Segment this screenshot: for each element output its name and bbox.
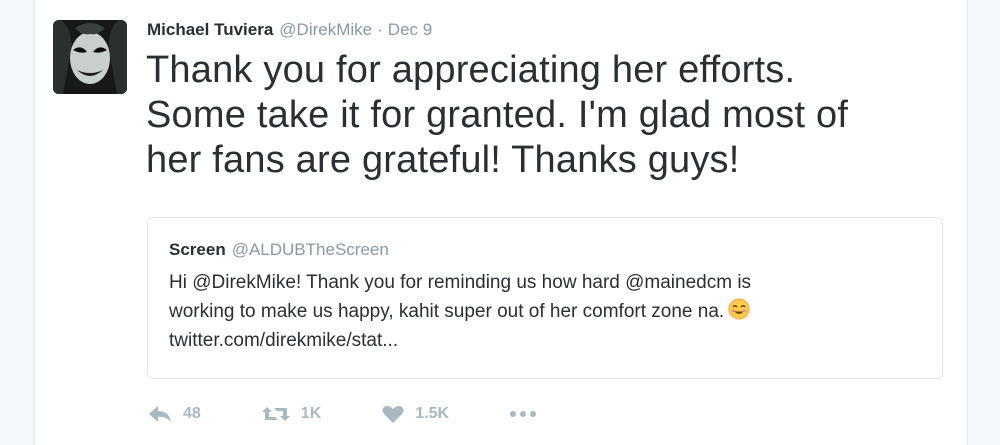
heart-icon (382, 405, 404, 423)
tweet-text-line: her fans are grateful! Thanks guys! (146, 139, 740, 181)
like-count: 1.5K (415, 405, 450, 422)
more-dots-icon (510, 411, 537, 417)
like-button[interactable]: 1.5K (381, 404, 449, 424)
quoted-link[interactable]: twitter.com/direkmike/stat... (169, 326, 909, 355)
quoted-tweet-header: Screen @ALDUBTheScreen (169, 240, 389, 260)
reply-icon (149, 406, 171, 422)
tweet-text-line: Some take it for granted. I'm glad most … (146, 94, 849, 136)
retweet-icon (261, 407, 290, 421)
quoted-author-name: Screen (169, 240, 226, 259)
avatar-image (53, 20, 127, 94)
author-handle[interactable]: @DirekMike (279, 20, 372, 40)
more-button[interactable] (509, 410, 547, 418)
author-name[interactable]: Michael Tuviera (147, 20, 273, 40)
quoted-text-line: working to make us happy, kahit super ou… (169, 301, 725, 322)
tweet-text: Thank you for appreciating her efforts. … (146, 48, 946, 183)
retweet-count: 1K (300, 405, 322, 422)
quoted-text-line: Hi @DirekMike! Thank you for reminding u… (169, 272, 752, 293)
tweet-header: Michael Tuviera @DirekMike · Dec 9 (147, 20, 432, 44)
smiling-face-emoji-icon (728, 298, 750, 320)
avatar[interactable] (53, 20, 127, 94)
retweet-button[interactable]: 1K (261, 404, 321, 424)
quoted-text-line-with-emoji: working to make us happy, kahit super ou… (169, 297, 909, 326)
reply-count: 48 (183, 405, 201, 422)
header-separator: · (377, 20, 383, 39)
reply-button[interactable]: 48 (147, 404, 201, 424)
tweet-date[interactable]: Dec 9 (388, 20, 432, 40)
quoted-tweet[interactable]: Screen @ALDUBTheScreen Hi @DirekMike! Th… (147, 217, 943, 379)
quoted-tweet-text: Hi @DirekMike! Thank you for reminding u… (169, 268, 909, 355)
tweet-actions: 48 1K 1.5K (147, 400, 547, 428)
tweet-text-line: Thank you for appreciating her efforts. (146, 49, 796, 91)
tweet-card: Michael Tuviera @DirekMike · Dec 9 Thank… (34, 0, 968, 445)
quoted-author-handle: @ALDUBTheScreen (231, 240, 389, 259)
